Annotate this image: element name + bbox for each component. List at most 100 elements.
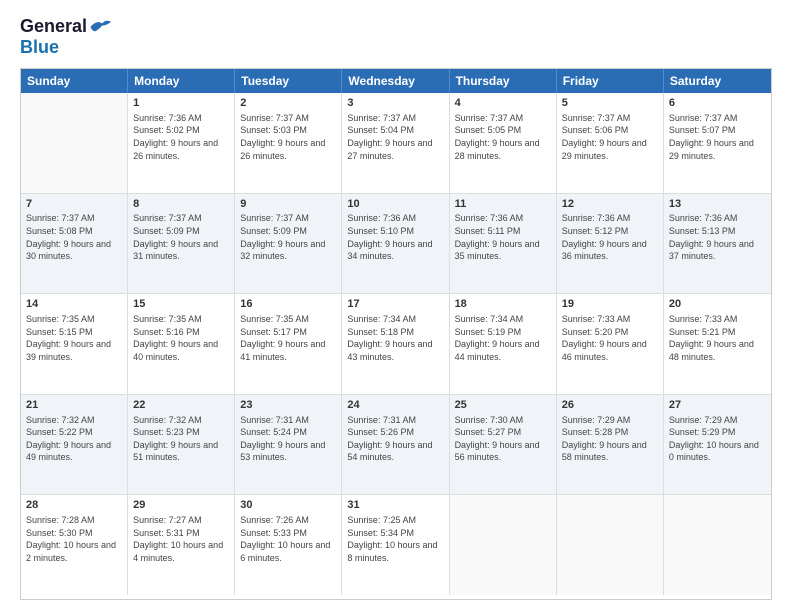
calendar-cell-7: 7Sunrise: 7:37 AM Sunset: 5:08 PM Daylig… <box>21 194 128 294</box>
calendar-cell-23: 23Sunrise: 7:31 AM Sunset: 5:24 PM Dayli… <box>235 395 342 495</box>
calendar-cell-empty <box>664 495 771 595</box>
cell-info: Sunrise: 7:31 AM Sunset: 5:26 PM Dayligh… <box>347 414 443 464</box>
calendar-cell-2: 2Sunrise: 7:37 AM Sunset: 5:03 PM Daylig… <box>235 93 342 193</box>
calendar-cell-25: 25Sunrise: 7:30 AM Sunset: 5:27 PM Dayli… <box>450 395 557 495</box>
day-number: 15 <box>133 297 229 312</box>
cell-info: Sunrise: 7:33 AM Sunset: 5:20 PM Dayligh… <box>562 313 658 363</box>
cell-info: Sunrise: 7:30 AM Sunset: 5:27 PM Dayligh… <box>455 414 551 464</box>
day-number: 8 <box>133 197 229 212</box>
cell-info: Sunrise: 7:36 AM Sunset: 5:11 PM Dayligh… <box>455 212 551 262</box>
header-day-saturday: Saturday <box>664 69 771 93</box>
logo-bird-icon <box>89 18 111 36</box>
calendar-cell-9: 9Sunrise: 7:37 AM Sunset: 5:09 PM Daylig… <box>235 194 342 294</box>
cell-info: Sunrise: 7:26 AM Sunset: 5:33 PM Dayligh… <box>240 514 336 564</box>
day-number: 1 <box>133 96 229 111</box>
day-number: 11 <box>455 197 551 212</box>
cell-info: Sunrise: 7:31 AM Sunset: 5:24 PM Dayligh… <box>240 414 336 464</box>
day-number: 5 <box>562 96 658 111</box>
calendar-cell-29: 29Sunrise: 7:27 AM Sunset: 5:31 PM Dayli… <box>128 495 235 595</box>
calendar-cell-16: 16Sunrise: 7:35 AM Sunset: 5:17 PM Dayli… <box>235 294 342 394</box>
day-number: 13 <box>669 197 766 212</box>
cell-info: Sunrise: 7:28 AM Sunset: 5:30 PM Dayligh… <box>26 514 122 564</box>
calendar-cell-10: 10Sunrise: 7:36 AM Sunset: 5:10 PM Dayli… <box>342 194 449 294</box>
logo-text: GeneralBlue <box>20 16 111 58</box>
header-day-thursday: Thursday <box>450 69 557 93</box>
calendar-body: 1Sunrise: 7:36 AM Sunset: 5:02 PM Daylig… <box>21 93 771 595</box>
day-number: 24 <box>347 398 443 413</box>
day-number: 20 <box>669 297 766 312</box>
calendar-cell-11: 11Sunrise: 7:36 AM Sunset: 5:11 PM Dayli… <box>450 194 557 294</box>
header-day-sunday: Sunday <box>21 69 128 93</box>
calendar-cell-8: 8Sunrise: 7:37 AM Sunset: 5:09 PM Daylig… <box>128 194 235 294</box>
day-number: 19 <box>562 297 658 312</box>
calendar-cell-20: 20Sunrise: 7:33 AM Sunset: 5:21 PM Dayli… <box>664 294 771 394</box>
cell-info: Sunrise: 7:35 AM Sunset: 5:16 PM Dayligh… <box>133 313 229 363</box>
calendar-cell-26: 26Sunrise: 7:29 AM Sunset: 5:28 PM Dayli… <box>557 395 664 495</box>
calendar-row-4: 28Sunrise: 7:28 AM Sunset: 5:30 PM Dayli… <box>21 495 771 595</box>
day-number: 29 <box>133 498 229 513</box>
header-day-monday: Monday <box>128 69 235 93</box>
cell-info: Sunrise: 7:34 AM Sunset: 5:18 PM Dayligh… <box>347 313 443 363</box>
day-number: 16 <box>240 297 336 312</box>
day-number: 7 <box>26 197 122 212</box>
calendar-cell-5: 5Sunrise: 7:37 AM Sunset: 5:06 PM Daylig… <box>557 93 664 193</box>
day-number: 6 <box>669 96 766 111</box>
calendar-cell-empty <box>557 495 664 595</box>
cell-info: Sunrise: 7:25 AM Sunset: 5:34 PM Dayligh… <box>347 514 443 564</box>
calendar-cell-13: 13Sunrise: 7:36 AM Sunset: 5:13 PM Dayli… <box>664 194 771 294</box>
calendar-cell-12: 12Sunrise: 7:36 AM Sunset: 5:12 PM Dayli… <box>557 194 664 294</box>
cell-info: Sunrise: 7:35 AM Sunset: 5:15 PM Dayligh… <box>26 313 122 363</box>
day-number: 27 <box>669 398 766 413</box>
cell-info: Sunrise: 7:37 AM Sunset: 5:07 PM Dayligh… <box>669 112 766 162</box>
cell-info: Sunrise: 7:32 AM Sunset: 5:23 PM Dayligh… <box>133 414 229 464</box>
calendar-row-0: 1Sunrise: 7:36 AM Sunset: 5:02 PM Daylig… <box>21 93 771 194</box>
calendar-cell-19: 19Sunrise: 7:33 AM Sunset: 5:20 PM Dayli… <box>557 294 664 394</box>
cell-info: Sunrise: 7:37 AM Sunset: 5:03 PM Dayligh… <box>240 112 336 162</box>
calendar-cell-27: 27Sunrise: 7:29 AM Sunset: 5:29 PM Dayli… <box>664 395 771 495</box>
cell-info: Sunrise: 7:37 AM Sunset: 5:09 PM Dayligh… <box>240 212 336 262</box>
calendar-cell-15: 15Sunrise: 7:35 AM Sunset: 5:16 PM Dayli… <box>128 294 235 394</box>
day-number: 9 <box>240 197 336 212</box>
cell-info: Sunrise: 7:27 AM Sunset: 5:31 PM Dayligh… <box>133 514 229 564</box>
calendar-cell-22: 22Sunrise: 7:32 AM Sunset: 5:23 PM Dayli… <box>128 395 235 495</box>
cell-info: Sunrise: 7:37 AM Sunset: 5:05 PM Dayligh… <box>455 112 551 162</box>
day-number: 22 <box>133 398 229 413</box>
calendar-row-2: 14Sunrise: 7:35 AM Sunset: 5:15 PM Dayli… <box>21 294 771 395</box>
calendar-cell-17: 17Sunrise: 7:34 AM Sunset: 5:18 PM Dayli… <box>342 294 449 394</box>
calendar-cell-6: 6Sunrise: 7:37 AM Sunset: 5:07 PM Daylig… <box>664 93 771 193</box>
calendar-row-1: 7Sunrise: 7:37 AM Sunset: 5:08 PM Daylig… <box>21 194 771 295</box>
day-number: 25 <box>455 398 551 413</box>
calendar-cell-empty <box>21 93 128 193</box>
calendar-cell-3: 3Sunrise: 7:37 AM Sunset: 5:04 PM Daylig… <box>342 93 449 193</box>
day-number: 18 <box>455 297 551 312</box>
calendar-header: SundayMondayTuesdayWednesdayThursdayFrid… <box>21 69 771 93</box>
calendar-cell-30: 30Sunrise: 7:26 AM Sunset: 5:33 PM Dayli… <box>235 495 342 595</box>
cell-info: Sunrise: 7:37 AM Sunset: 5:09 PM Dayligh… <box>133 212 229 262</box>
cell-info: Sunrise: 7:36 AM Sunset: 5:12 PM Dayligh… <box>562 212 658 262</box>
cell-info: Sunrise: 7:33 AM Sunset: 5:21 PM Dayligh… <box>669 313 766 363</box>
day-number: 30 <box>240 498 336 513</box>
cell-info: Sunrise: 7:36 AM Sunset: 5:02 PM Dayligh… <box>133 112 229 162</box>
calendar-cell-empty <box>450 495 557 595</box>
calendar-cell-24: 24Sunrise: 7:31 AM Sunset: 5:26 PM Dayli… <box>342 395 449 495</box>
calendar-cell-14: 14Sunrise: 7:35 AM Sunset: 5:15 PM Dayli… <box>21 294 128 394</box>
logo-blue: Blue <box>20 37 59 58</box>
day-number: 12 <box>562 197 658 212</box>
calendar-cell-18: 18Sunrise: 7:34 AM Sunset: 5:19 PM Dayli… <box>450 294 557 394</box>
cell-info: Sunrise: 7:35 AM Sunset: 5:17 PM Dayligh… <box>240 313 336 363</box>
day-number: 10 <box>347 197 443 212</box>
logo-general: General <box>20 16 87 37</box>
calendar-cell-4: 4Sunrise: 7:37 AM Sunset: 5:05 PM Daylig… <box>450 93 557 193</box>
cell-info: Sunrise: 7:34 AM Sunset: 5:19 PM Dayligh… <box>455 313 551 363</box>
calendar-cell-21: 21Sunrise: 7:32 AM Sunset: 5:22 PM Dayli… <box>21 395 128 495</box>
cell-info: Sunrise: 7:37 AM Sunset: 5:08 PM Dayligh… <box>26 212 122 262</box>
calendar: SundayMondayTuesdayWednesdayThursdayFrid… <box>20 68 772 600</box>
calendar-row-3: 21Sunrise: 7:32 AM Sunset: 5:22 PM Dayli… <box>21 395 771 496</box>
logo: GeneralBlue <box>20 16 111 58</box>
cell-info: Sunrise: 7:29 AM Sunset: 5:29 PM Dayligh… <box>669 414 766 464</box>
day-number: 4 <box>455 96 551 111</box>
day-number: 3 <box>347 96 443 111</box>
calendar-cell-28: 28Sunrise: 7:28 AM Sunset: 5:30 PM Dayli… <box>21 495 128 595</box>
cell-info: Sunrise: 7:36 AM Sunset: 5:13 PM Dayligh… <box>669 212 766 262</box>
day-number: 21 <box>26 398 122 413</box>
